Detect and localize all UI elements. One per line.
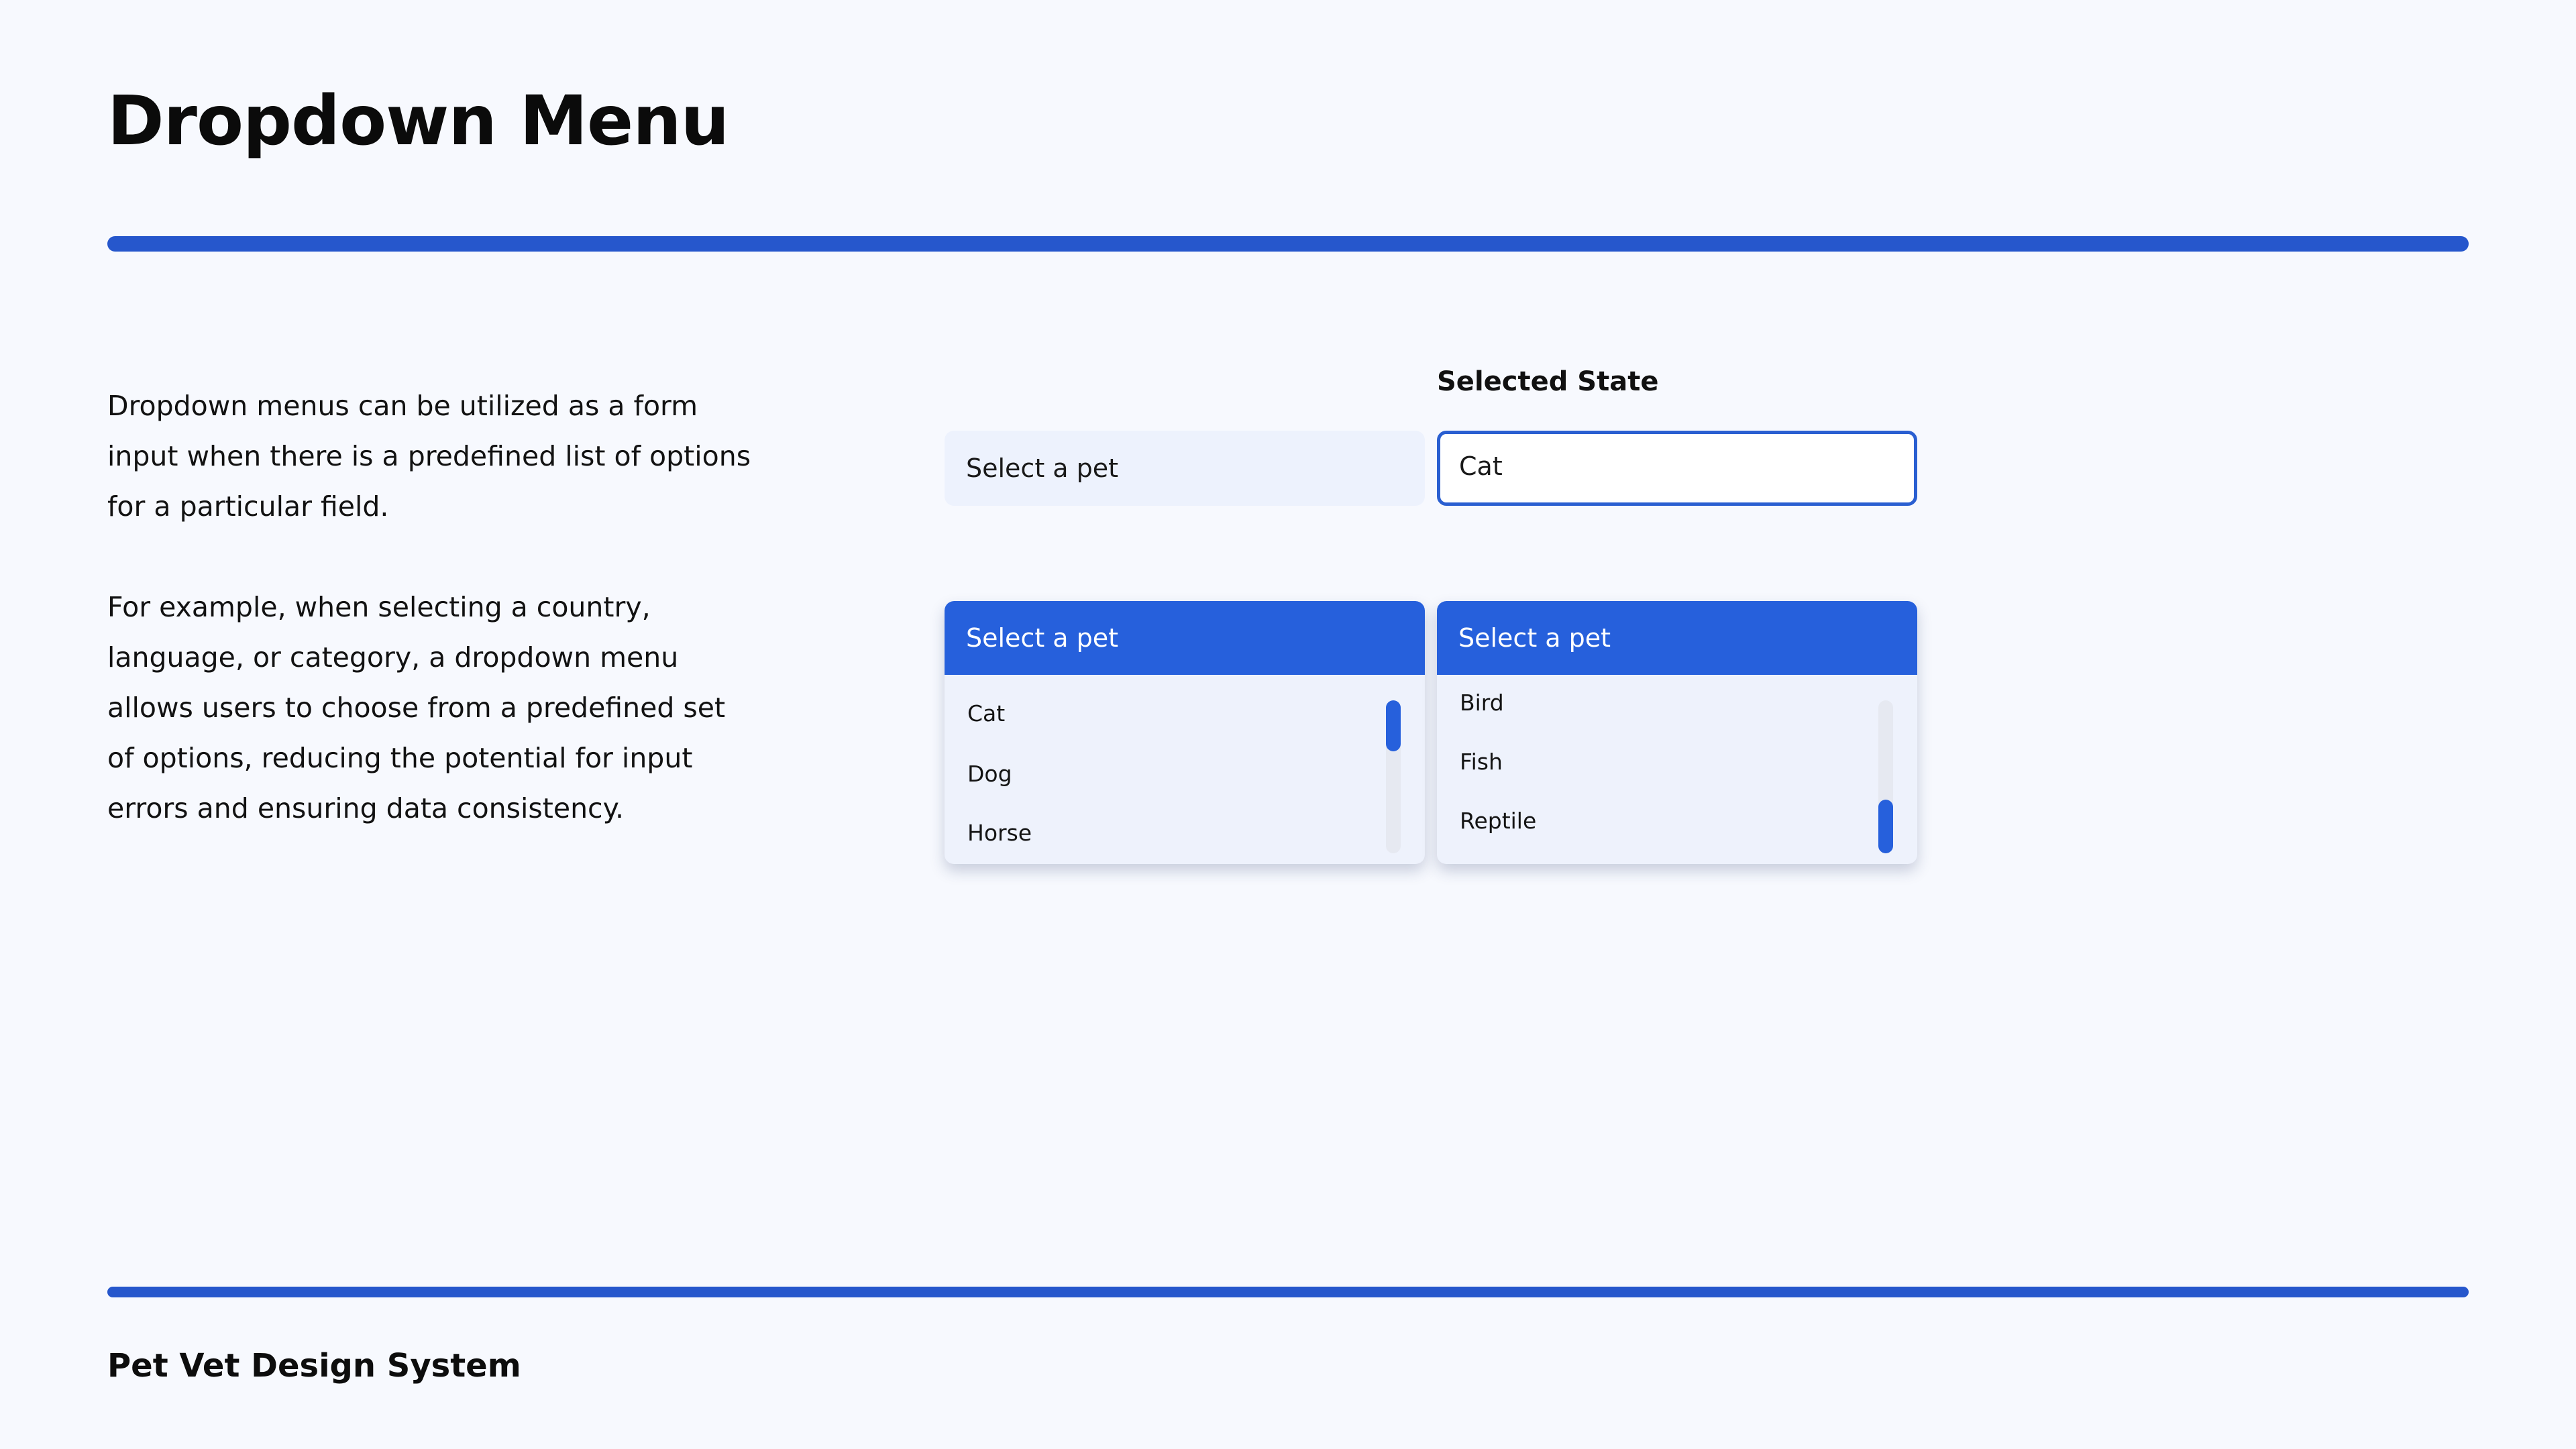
header-divider <box>107 236 2469 252</box>
scrollbar-thumb[interactable] <box>1878 800 1893 853</box>
description-paragraph-2: For example, when selecting a country, l… <box>107 591 726 824</box>
scrollbar-thumb[interactable] <box>1386 700 1401 751</box>
footer-brand: Pet Vet Design System <box>107 1347 521 1385</box>
pet-select-selected[interactable]: Cat <box>1437 431 1917 506</box>
dropdown-options-list: Cat Dog Horse <box>945 675 1425 864</box>
dropdown-header[interactable]: Select a pet <box>1437 601 1917 675</box>
pet-select-default[interactable]: Select a pet <box>945 431 1425 506</box>
dropdown-options-list: Bird Fish Reptile <box>1437 675 1917 864</box>
dropdown-header-label: Select a pet <box>966 623 1119 653</box>
pet-dropdown-open-bottom: Select a pet Bird Fish Reptile <box>1437 601 1917 864</box>
dropdown-header[interactable]: Select a pet <box>945 601 1425 675</box>
pet-select-placeholder: Select a pet <box>966 453 1119 483</box>
pet-dropdown-open-top: Select a pet Cat Dog Horse <box>945 601 1425 864</box>
dropdown-option-dog[interactable]: Dog <box>967 761 1012 787</box>
selected-state-label: Selected State <box>1437 366 1659 397</box>
dropdown-option-fish[interactable]: Fish <box>1460 749 1503 775</box>
page-title: Dropdown Menu <box>107 81 729 161</box>
dropdown-option-horse[interactable]: Horse <box>967 820 1032 846</box>
dropdown-option-cat[interactable]: Cat <box>967 700 1005 727</box>
description: Dropdown menus can be utilized as a form… <box>107 381 751 884</box>
footer-divider <box>107 1287 2469 1297</box>
dropdown-header-label: Select a pet <box>1458 623 1611 653</box>
dropdown-option-bird[interactable]: Bird <box>1460 690 1504 716</box>
description-paragraph-1: Dropdown menus can be utilized as a form… <box>107 390 751 523</box>
pet-select-value: Cat <box>1459 451 1503 481</box>
dropdown-option-reptile[interactable]: Reptile <box>1460 808 1536 834</box>
